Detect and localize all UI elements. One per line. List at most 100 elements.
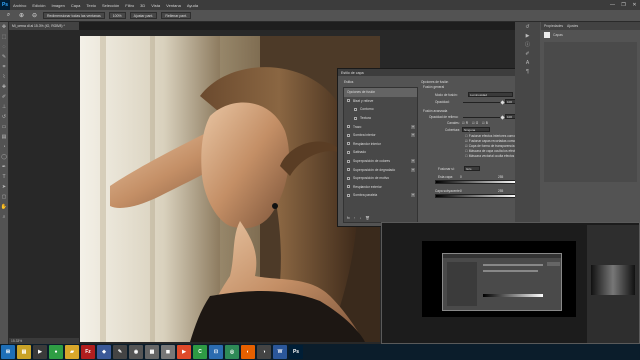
style-checkbox[interactable] — [347, 150, 350, 154]
menu-3d[interactable]: 3D — [137, 3, 148, 8]
resize-windows-checkbox[interactable]: Redimensionar todas las ventanas — [43, 12, 105, 19]
style-checkbox[interactable] — [347, 193, 350, 197]
style-checkbox[interactable] — [347, 142, 350, 146]
style-item[interactable]: Superposición de degradado + — [344, 165, 417, 174]
stamp-tool-icon[interactable]: ⊥ — [0, 102, 8, 112]
photoshop-icon[interactable]: Ps — [289, 345, 303, 359]
this-layer-gradient[interactable] — [435, 180, 518, 184]
crop-tool-icon[interactable]: ⌗ — [0, 62, 8, 72]
menu-imagen[interactable]: Imagen — [48, 3, 67, 8]
document-tab[interactable]: Mi_cerna dl al 15.3% (IO, RGB/8) * — [9, 22, 79, 30]
opacity-slider[interactable] — [463, 102, 503, 104]
quick-select-tool-icon[interactable]: ✎ — [0, 52, 8, 62]
fill-opacity-slider[interactable] — [463, 117, 503, 119]
path-select-icon[interactable]: ➤ — [0, 182, 8, 192]
close-button[interactable]: ✕ — [629, 0, 640, 10]
app-icon-1[interactable]: ◆ — [97, 345, 111, 359]
history-panel-icon[interactable]: ↺ — [515, 22, 540, 31]
style-checkbox[interactable] — [347, 168, 350, 172]
style-checkbox[interactable] — [347, 159, 350, 163]
eraser-tool-icon[interactable]: ▭ — [0, 122, 8, 132]
zoom-tool-icon[interactable]: ⌕ — [0, 212, 8, 222]
camtasia-icon[interactable]: C — [193, 345, 207, 359]
app-icon-9[interactable]: ◑ — [257, 345, 271, 359]
style-item[interactable]: Superposición de motivo — [344, 174, 417, 183]
style-item[interactable]: Sombra interior + — [344, 131, 417, 140]
type-tool-icon[interactable]: T — [0, 172, 8, 182]
hand-tool-icon[interactable]: ✋ — [0, 202, 8, 212]
info-panel-icon[interactable]: ⓘ — [515, 40, 540, 49]
opacity-slider-knob[interactable] — [500, 100, 505, 105]
add-style-icon[interactable]: + — [411, 167, 415, 172]
check-layer-mask-hides[interactable]: ☐ Máscara de capa oculta los efectos — [465, 149, 519, 153]
menu-filtro[interactable]: Filtro — [122, 3, 137, 8]
style-item[interactable]: Contorno — [344, 105, 417, 114]
start-icon[interactable]: ⊞ — [1, 345, 15, 359]
add-style-icon[interactable]: + — [411, 193, 415, 198]
blend-if-select[interactable]: Gris — [464, 166, 480, 171]
zoom-100-button[interactable]: 100% — [108, 12, 126, 19]
explorer-icon[interactable]: ▤ — [17, 345, 31, 359]
channel-b-checkbox[interactable]: ☑ B — [482, 121, 488, 125]
style-checkbox[interactable] — [347, 133, 350, 137]
blend-mode-select[interactable]: Luminosidad — [468, 92, 513, 97]
check-transparency-shapes[interactable]: ☑ Capa de forma de transparencia — [465, 144, 514, 148]
style-item[interactable]: Bisel y relieve — [344, 97, 417, 106]
shape-tool-icon[interactable]: ▢ — [0, 192, 8, 202]
zoom-tool-icon[interactable]: ⌕ — [4, 12, 13, 20]
app-icon-7[interactable]: ⊡ — [209, 345, 223, 359]
style-item[interactable]: Resplandor exterior — [344, 183, 417, 192]
brush-tool-icon[interactable]: ✐ — [0, 92, 8, 102]
underlying-gradient[interactable] — [435, 194, 518, 198]
style-checkbox[interactable] — [347, 185, 350, 189]
app-icon-3[interactable]: ◉ — [129, 345, 143, 359]
firefox-icon[interactable]: ◐ — [241, 345, 255, 359]
move-down-icon[interactable]: ↓ — [359, 216, 361, 220]
style-checkbox[interactable] — [347, 125, 350, 129]
pen-tool-icon[interactable]: ✒ — [0, 162, 8, 172]
channel-g-checkbox[interactable]: ☑ G — [472, 121, 478, 125]
zoom-out-icon[interactable]: ⊖ — [30, 12, 39, 20]
menu-ayuda[interactable]: Ayuda — [184, 3, 201, 8]
move-up-icon[interactable]: ↑ — [354, 216, 356, 220]
style-checkbox[interactable] — [354, 116, 357, 120]
app-icon-4[interactable]: ▦ — [145, 345, 159, 359]
actions-panel-icon[interactable]: ▶ — [515, 31, 540, 40]
chrome-icon[interactable]: ● — [49, 345, 63, 359]
gradient-tool-icon[interactable]: ▤ — [0, 132, 8, 142]
style-item[interactable]: Superposición de colores + — [344, 157, 417, 166]
style-checkbox[interactable] — [347, 99, 350, 103]
style-item[interactable]: Textura — [344, 114, 417, 123]
style-checkbox[interactable] — [347, 176, 350, 180]
fill-screen-button[interactable]: Rellenar pant. — [161, 12, 192, 19]
word-icon[interactable]: W — [273, 345, 287, 359]
paragraph-panel-icon[interactable]: ¶ — [515, 67, 540, 76]
history-brush-icon[interactable]: ↺ — [0, 112, 8, 122]
menu-capa[interactable]: Capa — [68, 3, 84, 8]
style-item[interactable]: Resplandor interior — [344, 140, 417, 149]
menu-vista[interactable]: Vista — [148, 3, 163, 8]
check-vector-mask-hides[interactable]: ☐ Máscara vectorial oculta efectos — [465, 154, 514, 158]
menu-edicion[interactable]: Edición — [29, 3, 48, 8]
zoom-in-icon[interactable]: ⊕ — [17, 12, 26, 20]
eyedropper-tool-icon[interactable]: ⌇ — [0, 72, 8, 82]
fit-screen-button[interactable]: Ajustar pant. — [129, 12, 158, 19]
minimize-button[interactable]: — — [607, 0, 618, 10]
add-style-icon[interactable]: + — [411, 133, 415, 138]
app-icon-2[interactable]: ✎ — [113, 345, 127, 359]
tab-properties[interactable]: Propiedades — [544, 24, 563, 28]
layer-row[interactable]: Capas — [541, 30, 640, 40]
app-icon-6[interactable]: ▶ — [177, 345, 191, 359]
app-icon-5[interactable]: ◼ — [161, 345, 175, 359]
blur-tool-icon[interactable]: ◔ — [0, 142, 8, 152]
styles-header[interactable]: Estilos — [344, 80, 353, 84]
move-tool-icon[interactable]: ✥ — [0, 22, 8, 32]
menu-ventana[interactable]: Ventana — [163, 3, 184, 8]
filezilla-icon[interactable]: Fz — [81, 345, 95, 359]
fx-icon[interactable]: fx — [347, 216, 350, 220]
style-item[interactable]: Opciones de fusión — [344, 88, 417, 97]
menu-texto[interactable]: Texto — [83, 3, 99, 8]
fill-opacity-knob[interactable] — [500, 115, 505, 120]
document-photo[interactable] — [80, 36, 380, 342]
lasso-tool-icon[interactable]: ◌ — [0, 42, 8, 52]
